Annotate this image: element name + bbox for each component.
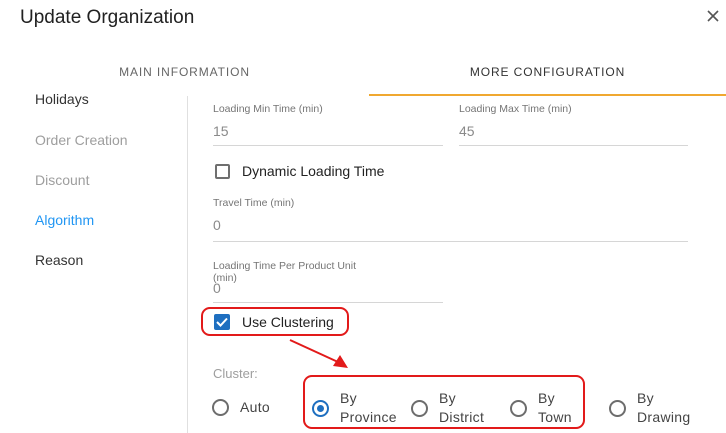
loading-max-time-field[interactable]: Loading Max Time (min) 45 [459, 103, 688, 146]
sidebar-item-order-creation[interactable]: Order Creation [35, 132, 128, 148]
dialog-title: Update Organization [20, 7, 195, 28]
cluster-label: Cluster: [213, 366, 258, 381]
tab-main-information[interactable]: MAIN INFORMATION [0, 52, 369, 96]
cluster-option-by-drawing-line2: Drawing [637, 409, 691, 425]
tab-more-configuration[interactable]: MORE CONFIGURATION [369, 52, 726, 96]
radio-unselected-icon[interactable] [212, 399, 229, 416]
close-icon[interactable] [705, 8, 723, 26]
field-underline [213, 145, 443, 146]
close-button[interactable] [705, 8, 723, 26]
loading-max-time-label: Loading Max Time (min) [459, 103, 572, 115]
cluster-option-by-drawing[interactable]: By Drawing [609, 389, 690, 427]
checkbox-unchecked-icon[interactable] [215, 163, 230, 179]
annotation-highlight-use-clustering [201, 307, 349, 336]
sidebar-item-discount[interactable]: Discount [35, 172, 89, 188]
cluster-option-by-drawing-label: By Drawing [637, 389, 690, 427]
field-underline [213, 241, 688, 242]
cluster-option-auto-label: Auto [240, 398, 270, 417]
travel-time-field[interactable]: Travel Time (min) 0 [213, 197, 688, 242]
loading-min-time-label: Loading Min Time (min) [213, 103, 323, 115]
loading-time-per-unit-field[interactable]: Loading Time Per Product Unit (min) 0 [213, 260, 443, 303]
travel-time-label: Travel Time (min) [213, 197, 295, 209]
loading-max-time-value[interactable]: 45 [459, 123, 688, 139]
sidebar-item-reason[interactable]: Reason [35, 252, 83, 268]
dynamic-loading-time-label: Dynamic Loading Time [242, 163, 385, 179]
sidebar-item-algorithm[interactable]: Algorithm [35, 212, 94, 228]
radio-unselected-icon[interactable] [609, 399, 626, 417]
loading-time-per-unit-label-line1: Loading Time Per Product Unit [213, 260, 356, 272]
cluster-option-auto-text: Auto [240, 399, 270, 415]
travel-time-value[interactable]: 0 [213, 217, 688, 233]
loading-time-per-unit-value[interactable]: 0 [213, 280, 443, 296]
annotation-arrow-icon [289, 339, 348, 368]
tab-bar: MAIN INFORMATION MORE CONFIGURATION [0, 52, 726, 96]
annotation-highlight-cluster-options [303, 375, 585, 429]
field-underline [459, 145, 688, 146]
loading-min-time-value[interactable]: 15 [213, 123, 443, 139]
loading-min-time-field[interactable]: Loading Min Time (min) 15 [213, 103, 443, 146]
field-underline [213, 302, 443, 303]
dynamic-loading-time-checkbox[interactable]: Dynamic Loading Time [215, 163, 384, 179]
tab-divider [0, 94, 726, 96]
cluster-option-by-drawing-line1: By [637, 390, 654, 406]
cluster-option-auto[interactable]: Auto [212, 398, 270, 417]
